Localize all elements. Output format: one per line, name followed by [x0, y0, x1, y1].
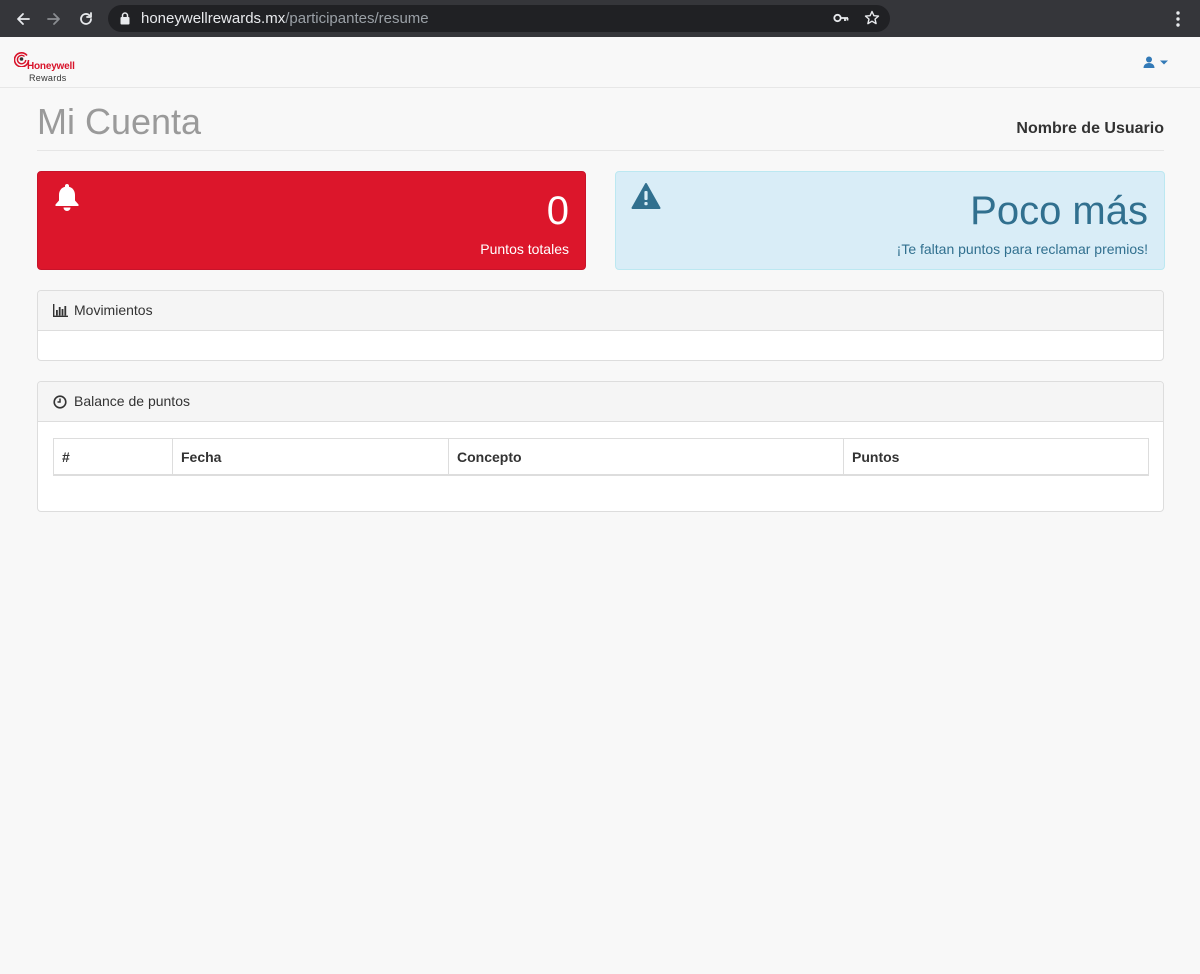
url-path: /participantes/resume [285, 10, 429, 27]
menu-icon[interactable] [1168, 8, 1188, 30]
key-icon[interactable] [833, 11, 849, 30]
column-header-number-label: # [62, 449, 70, 465]
header-divider [37, 150, 1164, 151]
column-header-fecha-label: Fecha [181, 449, 222, 465]
points-label: Puntos totales [480, 241, 569, 257]
points-value: 0 [546, 189, 569, 233]
column-header-number[interactable]: # [54, 439, 173, 474]
user-icon [1143, 56, 1155, 68]
movimientos-title: Movimientos [74, 302, 153, 318]
honeywell-rewards-logo[interactable]: Honeywell Rewards [14, 51, 84, 85]
url-text[interactable]: honeywellrewards.mx/participantes/resume [141, 5, 429, 32]
star-icon[interactable] [864, 10, 880, 31]
url-host: honeywellrewards.mx [141, 10, 286, 27]
balance-table: # Fecha Concepto Puntos [53, 438, 1149, 476]
reload-icon[interactable] [71, 0, 101, 37]
balance-heading: Balance de puntos [38, 382, 1163, 422]
status-label: ¡Te faltan puntos para reclamar premios! [896, 241, 1148, 257]
balance-panel: Balance de puntos # Fecha Concepto Punto… [37, 381, 1164, 512]
status-value: Poco más [970, 189, 1148, 233]
logo-sub: Rewards [29, 73, 67, 83]
site-navbar: Honeywell Rewards [0, 37, 1200, 88]
caret-down-icon [1160, 60, 1168, 65]
clock-icon [53, 395, 67, 414]
column-header-concepto[interactable]: Concepto [449, 439, 844, 474]
browser-toolbar: honeywellrewards.mx/participantes/resume [0, 0, 1200, 37]
lock-icon [120, 12, 130, 30]
status-panel: Poco más ¡Te faltan puntos para reclamar… [615, 171, 1165, 270]
back-icon[interactable] [8, 0, 38, 37]
column-header-puntos-label: Puntos [852, 449, 900, 465]
bar-chart-icon [53, 304, 68, 322]
warning-icon [631, 182, 661, 215]
column-header-puntos[interactable]: Puntos [844, 439, 1148, 474]
logo-brand: Honeywell [27, 61, 75, 72]
column-header-fecha[interactable]: Fecha [173, 439, 449, 474]
user-dropdown[interactable] [1140, 55, 1174, 71]
movimientos-heading: Movimientos [38, 291, 1163, 331]
movimientos-panel: Movimientos [37, 290, 1164, 361]
username: Nombre de Usuario [1016, 120, 1164, 137]
page-title: Mi Cuenta [37, 101, 202, 142]
column-header-concepto-label: Concepto [457, 449, 522, 465]
address-bar[interactable]: honeywellrewards.mx/participantes/resume [108, 5, 890, 32]
points-panel: 0 Puntos totales [37, 171, 586, 270]
forward-icon[interactable] [39, 0, 69, 37]
balance-title: Balance de puntos [74, 393, 190, 409]
bell-icon [53, 182, 81, 217]
